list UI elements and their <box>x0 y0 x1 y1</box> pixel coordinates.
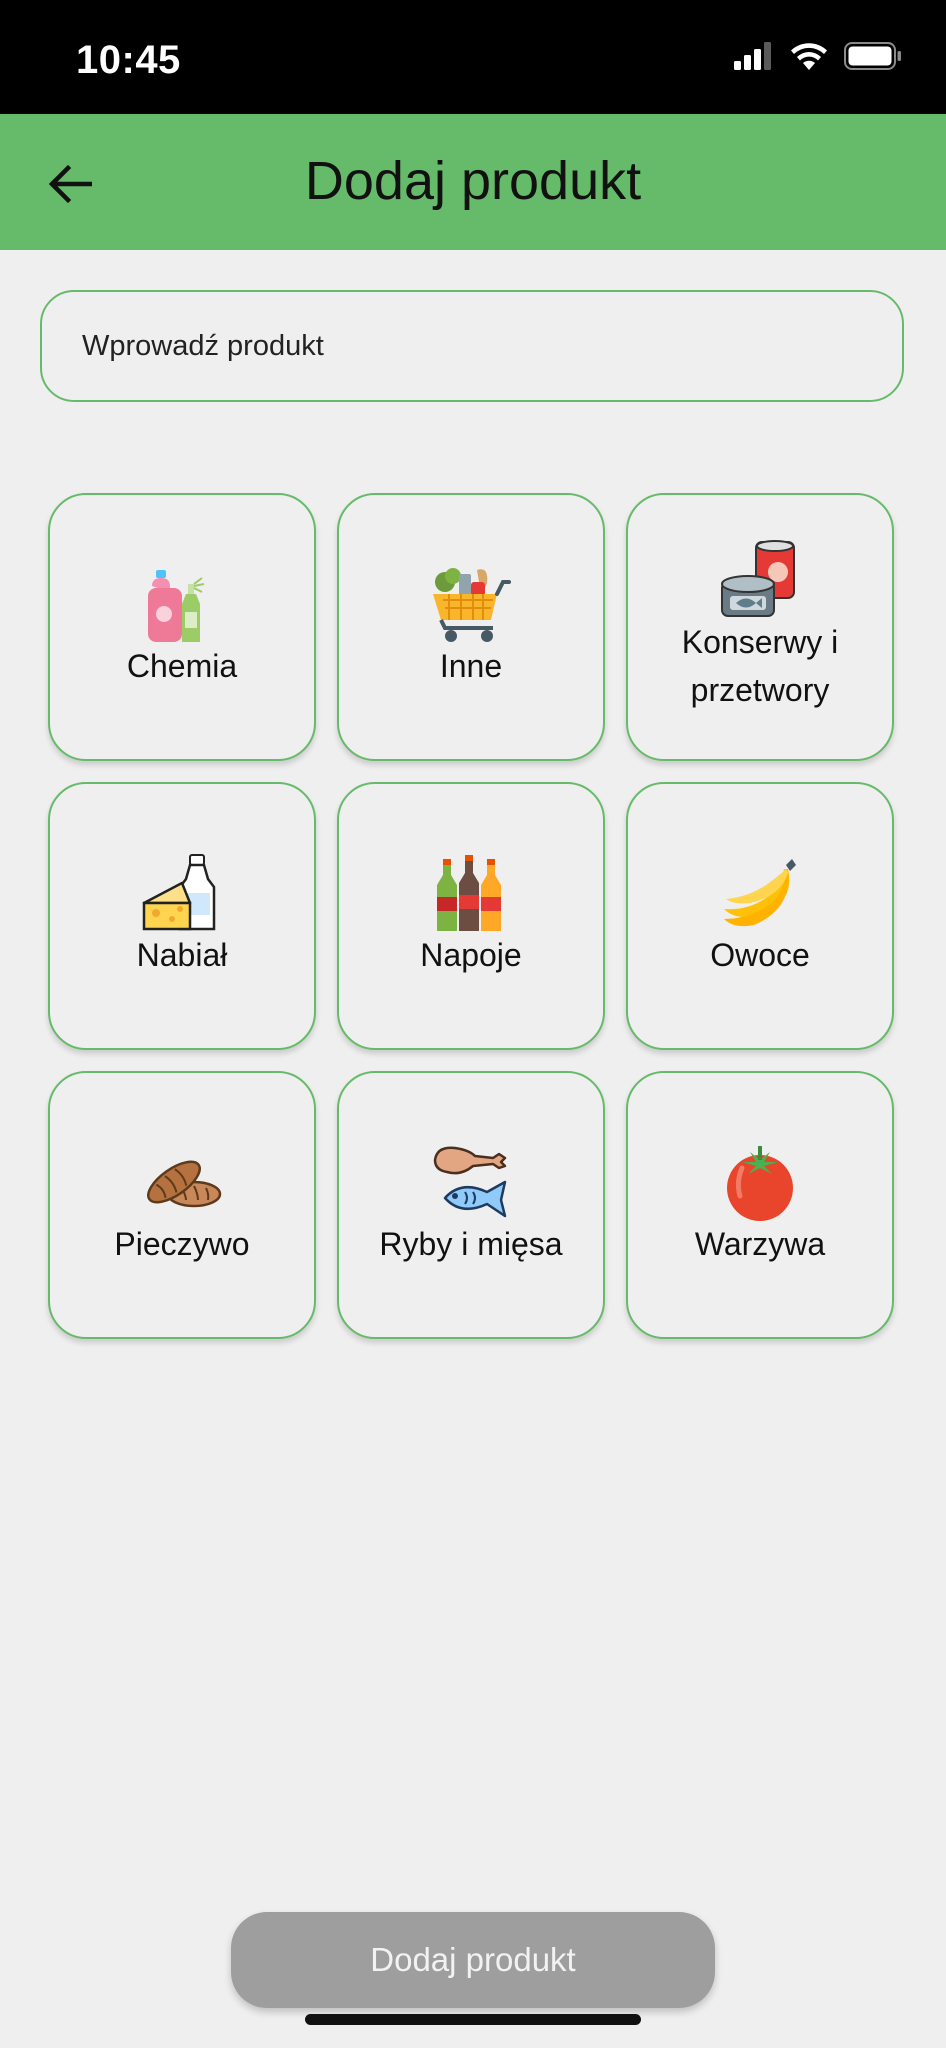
category-tile-inne[interactable]: Inne <box>337 493 605 761</box>
category-tile-ryby-i-miesa[interactable]: Ryby i mięsa <box>337 1071 605 1339</box>
category-label: Napoje <box>420 937 522 973</box>
category-tile-warzywa[interactable]: Warzywa <box>626 1071 894 1339</box>
product-input[interactable] <box>80 328 864 364</box>
category-label: Inne <box>439 648 503 684</box>
category-label: Konserwy i przetwory <box>681 624 839 708</box>
category-tile-pieczywo[interactable]: Pieczywo <box>48 1071 316 1339</box>
bread-icon <box>142 1142 222 1222</box>
category-tile-nabial[interactable]: Nabiał <box>48 782 316 1050</box>
canned-food-icon <box>720 540 800 620</box>
banana-icon <box>720 853 800 933</box>
category-tile-owoce[interactable]: Owoce <box>626 782 894 1050</box>
shopping-cart-icon <box>431 564 511 644</box>
status-bar: 10:45 <box>0 0 946 114</box>
drink-bottles-icon <box>431 853 511 933</box>
wifi-icon <box>790 42 828 75</box>
category-tile-chemia[interactable]: Chemia <box>48 493 316 761</box>
product-input-field[interactable] <box>40 290 904 402</box>
signal-icon <box>734 42 774 75</box>
battery-icon <box>844 42 902 75</box>
add-product-button[interactable]: Dodaj produkt <box>231 1912 715 2008</box>
category-grid: Chemia Inne Konserwy i przetwory Nabiał … <box>48 493 894 1339</box>
drumstick-fish-icon <box>431 1142 511 1222</box>
cleaning-bottles-icon <box>142 564 222 644</box>
category-label: Owoce <box>710 937 810 973</box>
category-label: Pieczywo <box>114 1226 250 1262</box>
category-label: Ryby i mięsa <box>379 1226 563 1262</box>
status-icons <box>734 42 902 75</box>
tomato-icon <box>720 1142 800 1222</box>
status-time: 10:45 <box>76 38 181 82</box>
category-tile-napoje[interactable]: Napoje <box>337 782 605 1050</box>
home-indicator <box>305 2014 641 2025</box>
app-bar: Dodaj produkt <box>0 114 946 250</box>
category-label: Warzywa <box>694 1226 826 1262</box>
category-label: Nabiał <box>136 937 228 973</box>
category-tile-konserwy[interactable]: Konserwy i przetwory <box>626 493 894 761</box>
cheese-milk-icon <box>142 853 222 933</box>
page-title: Dodaj produkt <box>304 151 642 211</box>
category-label: Chemia <box>126 648 238 684</box>
